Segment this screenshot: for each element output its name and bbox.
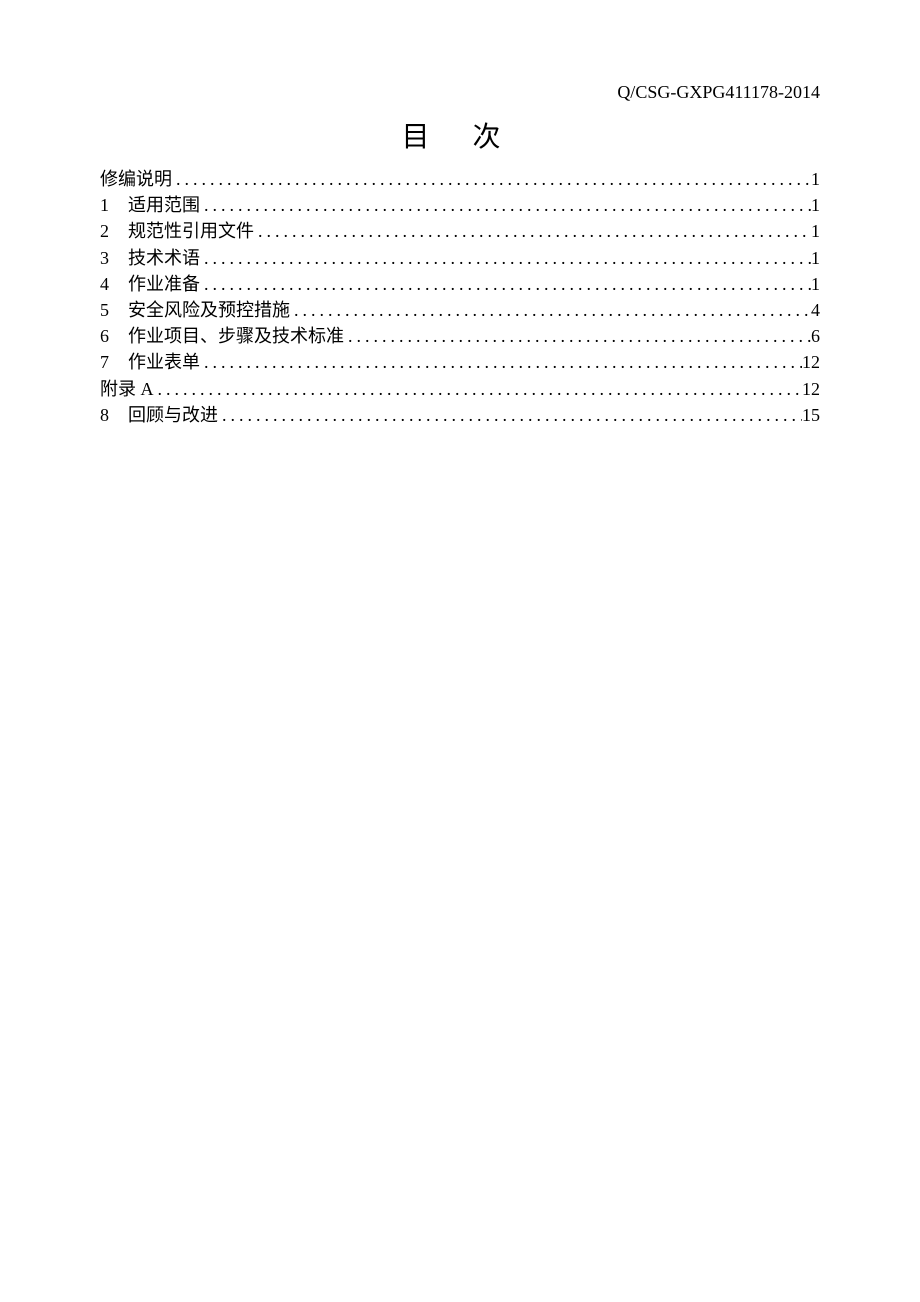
toc-label: 修编说明 xyxy=(100,167,172,192)
toc-entry: 6 作业项目、步骤及技术标准 6 xyxy=(100,324,820,349)
toc-entry: 4 作业准备 1 xyxy=(100,272,820,297)
toc-page: 4 xyxy=(811,298,820,323)
toc-label: 规范性引用文件 xyxy=(128,219,254,244)
toc-page: 6 xyxy=(811,324,820,349)
toc-dots xyxy=(200,246,811,271)
toc-num: 6 xyxy=(100,324,128,349)
toc-entry: 1 适用范围 1 xyxy=(100,193,820,218)
toc-entry: 7 作业表单 12 xyxy=(100,350,820,375)
toc-dots xyxy=(200,272,811,297)
toc-entry: 附录 A 12 xyxy=(100,377,820,402)
toc-entry: 3 技术术语 1 xyxy=(100,246,820,271)
toc-label: 作业表单 xyxy=(128,350,200,375)
toc-dots xyxy=(344,324,811,349)
toc-dots xyxy=(200,193,811,218)
toc-dots xyxy=(290,298,811,323)
toc-label: 技术术语 xyxy=(128,246,200,271)
toc-page: 12 xyxy=(802,377,820,402)
toc-num: 8 xyxy=(100,403,128,428)
toc-label: 回顾与改进 xyxy=(128,403,218,428)
toc-entry: 修编说明 1 xyxy=(100,167,820,192)
toc-num: 7 xyxy=(100,350,128,375)
toc-label: 作业项目、步骤及技术标准 xyxy=(128,324,344,349)
toc-dots xyxy=(218,403,802,428)
toc-page: 1 xyxy=(811,246,820,271)
toc-dots xyxy=(200,350,802,375)
document-code: Q/CSG-GXPG411178-2014 xyxy=(617,82,820,103)
toc-label: 适用范围 xyxy=(128,193,200,218)
toc-entry: 5 安全风险及预控措施 4 xyxy=(100,298,820,323)
toc-page: 1 xyxy=(811,272,820,297)
toc-page: 12 xyxy=(802,350,820,375)
toc-dots xyxy=(154,377,803,402)
toc-dots xyxy=(254,219,811,244)
table-of-contents: 修编说明 1 1 适用范围 1 2 规范性引用文件 1 3 技术术语 1 4 作… xyxy=(100,167,820,428)
toc-page: 1 xyxy=(811,219,820,244)
toc-dots xyxy=(172,167,811,192)
toc-entry: 8 回顾与改进 15 xyxy=(100,403,820,428)
toc-page: 15 xyxy=(802,403,820,428)
toc-page: 1 xyxy=(811,167,820,192)
toc-num: 4 xyxy=(100,272,128,297)
toc-page: 1 xyxy=(811,193,820,218)
toc-num: 5 xyxy=(100,298,128,323)
toc-num: 2 xyxy=(100,219,128,244)
toc-title: 目 次 xyxy=(100,115,820,155)
toc-entry: 2 规范性引用文件 1 xyxy=(100,219,820,244)
toc-label: 作业准备 xyxy=(128,272,200,297)
toc-num: 3 xyxy=(100,246,128,271)
toc-num: 1 xyxy=(100,193,128,218)
toc-label: 安全风险及预控措施 xyxy=(128,298,290,323)
toc-label: 附录 A xyxy=(100,377,154,402)
